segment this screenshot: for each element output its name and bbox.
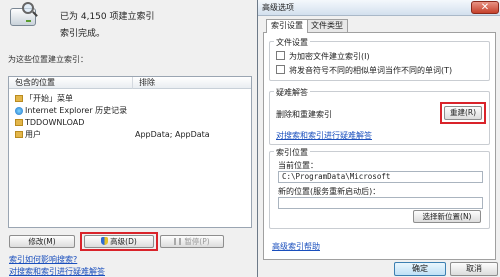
- troubleshooting-title: 疑难解答: [274, 87, 310, 98]
- folder-icon: [15, 131, 23, 138]
- indexing-options-panel: 已为 4,150 项建立索引 索引完成。 为这些位置建立索引： 包含的位置 排除…: [0, 0, 256, 277]
- advanced-indexing-help-link[interactable]: 高级索引帮助: [272, 241, 320, 252]
- diacritics-checkbox[interactable]: [276, 65, 285, 74]
- modify-button-label: 修改(M): [28, 237, 56, 246]
- new-location-label: 新的位置(服务重新启动后)：: [278, 187, 381, 196]
- ok-button[interactable]: 确定: [394, 262, 446, 276]
- tab-file-types[interactable]: 文件类型: [306, 19, 348, 32]
- index-count-text: 已为 4,150 项建立索引: [60, 12, 155, 22]
- file-settings-title: 文件设置: [274, 37, 310, 48]
- pause-button[interactable]: 暂停(P): [160, 235, 224, 248]
- new-location-field: [278, 197, 483, 209]
- cancel-button[interactable]: 取消: [450, 262, 498, 276]
- modify-button[interactable]: 修改(M): [9, 235, 75, 248]
- file-settings-group: 文件设置 为加密文件建立索引(I) 将发音符号不同的相似单词当作不同的单词(T): [269, 37, 490, 81]
- pause-button-label: 暂停(P): [184, 237, 210, 246]
- folder-icon: [15, 119, 23, 126]
- troubleshoot-link[interactable]: 对搜索和索引进行疑难解答: [9, 266, 105, 277]
- tab-content: 文件设置 为加密文件建立索引(I) 将发音符号不同的相似单词当作不同的单词(T)…: [263, 32, 496, 260]
- dialog-title: 高级选项: [262, 3, 294, 12]
- location-excluded: AppData; AppData: [135, 130, 210, 139]
- advanced-options-dialog: 高级选项 ✕ 索引设置 文件类型 文件设置 为加密文件建立索引(I) 将发音符号…: [257, 0, 500, 277]
- column-header-excluded[interactable]: 排除: [133, 77, 251, 89]
- encrypted-files-checkbox[interactable]: [276, 51, 285, 60]
- current-location-label: 当前位置：: [278, 161, 318, 170]
- table-row[interactable]: 用户 AppData; AppData: [9, 129, 251, 141]
- magnifier-icon: [22, 2, 34, 14]
- table-row[interactable]: 「开始」菜单: [9, 93, 251, 105]
- index-locations-caption: 为这些位置建立索引：: [8, 55, 88, 64]
- highlight-rebuild-button: [440, 102, 486, 124]
- index-status-text: 索引完成。: [60, 29, 106, 39]
- pause-icon: [174, 238, 182, 245]
- current-location-field: C:\ProgramData\Microsoft: [278, 171, 483, 183]
- close-button[interactable]: ✕: [471, 1, 499, 14]
- index-location-group: 索引位置 当前位置： C:\ProgramData\Microsoft 新的位置…: [269, 147, 490, 229]
- locations-table: 包含的位置 排除 「开始」菜单 Internet Explorer 历史记录 T…: [8, 76, 252, 228]
- tab-index-settings[interactable]: 索引设置: [266, 19, 308, 33]
- location-name: TDDOWNLOAD: [25, 118, 85, 127]
- dialog-titlebar[interactable]: 高级选项 ✕: [258, 0, 500, 16]
- location-name: 「开始」菜单: [25, 94, 73, 103]
- table-row[interactable]: TDDOWNLOAD: [9, 117, 251, 129]
- location-name: 用户: [25, 130, 41, 139]
- location-name: Internet Explorer 历史记录: [25, 106, 128, 115]
- troubleshoot-search-link[interactable]: 对搜索和索引进行疑难解答: [276, 130, 372, 141]
- encrypted-files-label: 为加密文件建立索引(I): [289, 52, 370, 61]
- highlight-advanced-button: [80, 232, 158, 251]
- select-new-location-button[interactable]: 选择新位置(N): [413, 210, 481, 223]
- troubleshooting-group: 疑难解答 删除和重建索引 重建(R) 对搜索和索引进行疑难解答: [269, 87, 490, 145]
- close-icon: ✕: [480, 2, 490, 13]
- diacritics-label: 将发音符号不同的相似单词当作不同的单词(T): [289, 66, 453, 75]
- internet-explorer-icon: [15, 107, 23, 115]
- delete-rebuild-label: 删除和重建索引: [276, 110, 332, 119]
- search-help-link[interactable]: 索引如何影响搜索?: [9, 254, 77, 265]
- table-row[interactable]: Internet Explorer 历史记录: [9, 105, 251, 117]
- column-header-included[interactable]: 包含的位置: [9, 77, 133, 89]
- index-location-title: 索引位置: [274, 147, 310, 158]
- folder-icon: [15, 95, 23, 102]
